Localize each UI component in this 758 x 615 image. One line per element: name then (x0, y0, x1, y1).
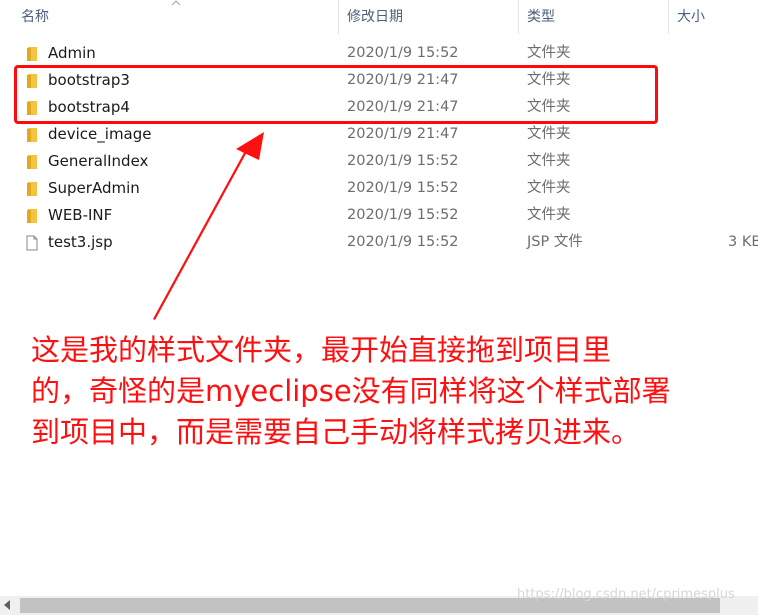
file-type: 文件夹 (527, 45, 571, 61)
column-header-name[interactable]: 名称 (21, 0, 49, 34)
annotation-line: 这是我的样式文件夹，最开始直接拖到项目里 (31, 333, 612, 367)
column-header-size[interactable]: 大小 (677, 0, 705, 34)
annotation-line: 的，奇怪的是myeclipse没有同样将这个样式部署 (31, 374, 671, 408)
sort-ascending-icon (171, 0, 181, 6)
file-icon (26, 235, 38, 251)
file-date: 2020/1/9 15:52 (347, 234, 459, 250)
column-header-bar: 名称 修改日期 类型 大小 (0, 0, 758, 34)
column-header-date[interactable]: 修改日期 (347, 0, 403, 34)
file-date: 2020/1/9 15:52 (347, 207, 459, 223)
file-name: Admin (48, 44, 96, 62)
file-row[interactable]: GeneralIndex 2020/1/9 15:52 文件夹 (0, 148, 758, 175)
file-date: 2020/1/9 15:52 (347, 180, 459, 196)
file-size: 3 KB (728, 234, 758, 250)
file-row[interactable]: Admin 2020/1/9 15:52 文件夹 (0, 40, 758, 67)
annotation-text: 这是我的样式文件夹，最开始直接拖到项目里 的，奇怪的是myeclipse没有同样… (31, 330, 756, 453)
folder-icon (27, 155, 37, 169)
file-type: 文件夹 (527, 180, 571, 196)
file-name: device_image (48, 125, 152, 143)
file-type: JSP 文件 (527, 234, 583, 250)
scroll-left-arrow-icon[interactable] (4, 600, 10, 610)
file-row[interactable]: test3.jsp 2020/1/9 15:52 JSP 文件 3 KB (0, 229, 758, 256)
file-name: WEB-INF (48, 206, 113, 224)
annotation-line: 到项目中，而是需要自己手动将样式拷贝进来。 (31, 415, 641, 449)
file-name: GeneralIndex (48, 152, 149, 170)
file-row[interactable]: WEB-INF 2020/1/9 15:52 文件夹 (0, 202, 758, 229)
folder-icon (27, 47, 37, 61)
file-name: test3.jsp (48, 233, 113, 251)
file-row[interactable]: SuperAdmin 2020/1/9 15:52 文件夹 (0, 175, 758, 202)
file-row[interactable]: device_image 2020/1/9 21:47 文件夹 (0, 121, 758, 148)
file-date: 2020/1/9 15:52 (347, 45, 459, 61)
column-divider[interactable] (338, 0, 339, 34)
file-type: 文件夹 (527, 126, 571, 142)
file-name: SuperAdmin (48, 179, 140, 197)
highlight-box (14, 65, 658, 124)
column-header-type[interactable]: 类型 (527, 0, 555, 34)
folder-icon (27, 182, 37, 196)
column-divider[interactable] (668, 0, 669, 34)
file-type: 文件夹 (527, 153, 571, 169)
file-date: 2020/1/9 21:47 (347, 126, 459, 142)
watermark: https://blog.csdn.net/cprimesplus (517, 587, 735, 602)
folder-icon (27, 209, 37, 223)
file-date: 2020/1/9 15:52 (347, 153, 459, 169)
folder-icon (27, 128, 37, 142)
file-type: 文件夹 (527, 207, 571, 223)
column-divider[interactable] (518, 0, 519, 34)
